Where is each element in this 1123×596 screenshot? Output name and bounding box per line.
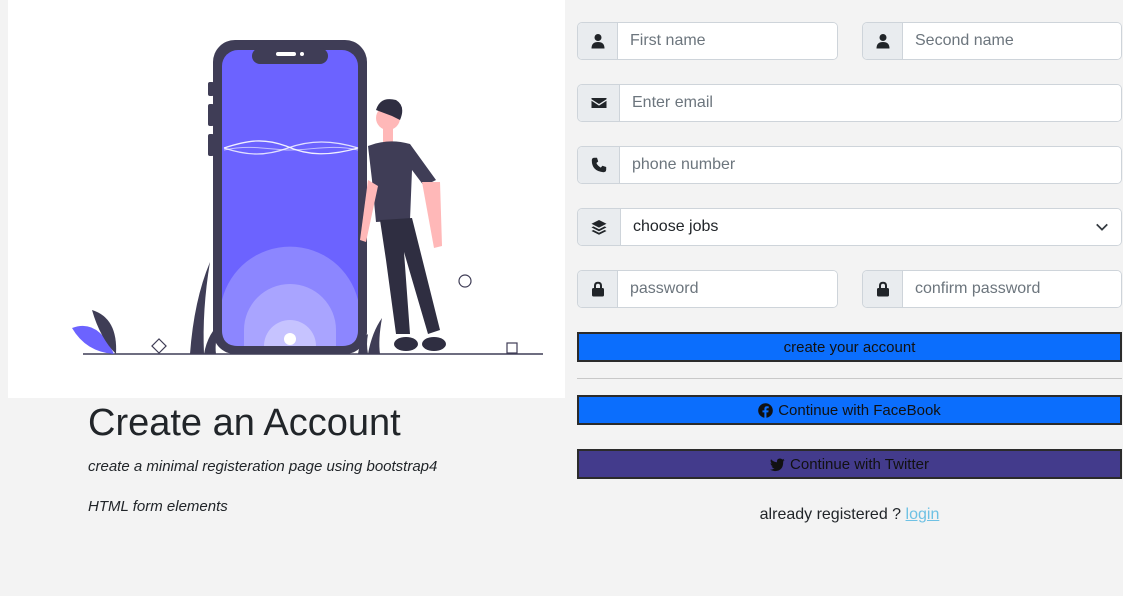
login-prompt: already registered ? xyxy=(759,506,902,523)
lock-icon xyxy=(578,271,618,307)
jobs-select-value: choose jobs xyxy=(633,218,719,235)
first-name-input[interactable] xyxy=(618,23,837,59)
facebook-login-label: Continue with FaceBook xyxy=(778,401,941,419)
confirm-password-group xyxy=(862,270,1122,308)
facebook-icon xyxy=(758,402,774,418)
chevron-down-icon xyxy=(1096,223,1108,231)
page-subtitle: create a minimal registeration page usin… xyxy=(88,458,438,475)
page-title: Create an Account xyxy=(88,402,401,444)
twitter-login-label: Continue with Twitter xyxy=(790,455,929,473)
envelope-icon xyxy=(578,85,620,121)
lock-icon xyxy=(863,271,903,307)
user-icon xyxy=(578,23,618,59)
form-divider xyxy=(577,378,1122,379)
password-input[interactable] xyxy=(618,271,837,307)
login-prompt-line: already registered ? login xyxy=(577,506,1122,524)
email-input[interactable] xyxy=(620,85,1121,121)
email-group xyxy=(577,84,1122,122)
twitter-login-button[interactable]: Continue with Twitter xyxy=(577,449,1122,479)
page-subtitle-secondary: HTML form elements xyxy=(88,498,228,515)
phone-group xyxy=(577,146,1122,184)
facebook-login-button[interactable]: Continue with FaceBook xyxy=(577,395,1122,425)
login-link[interactable]: login xyxy=(906,506,940,523)
phone-icon xyxy=(578,147,620,183)
second-name-input[interactable] xyxy=(903,23,1121,59)
first-name-group xyxy=(577,22,838,60)
twitter-icon xyxy=(770,458,785,471)
create-account-button[interactable]: create your account xyxy=(577,332,1122,362)
layers-icon xyxy=(578,209,621,245)
phone-input[interactable] xyxy=(620,147,1121,183)
registration-page: Create an Account create a minimal regis… xyxy=(0,0,1123,596)
second-name-group xyxy=(862,22,1122,60)
hero-illustration xyxy=(8,0,565,398)
jobs-group: choose jobs xyxy=(577,208,1122,246)
jobs-select[interactable]: choose jobs xyxy=(621,209,1121,245)
confirm-password-input[interactable] xyxy=(903,271,1121,307)
user-icon xyxy=(863,23,903,59)
password-group xyxy=(577,270,838,308)
create-account-label: create your account xyxy=(783,338,916,356)
